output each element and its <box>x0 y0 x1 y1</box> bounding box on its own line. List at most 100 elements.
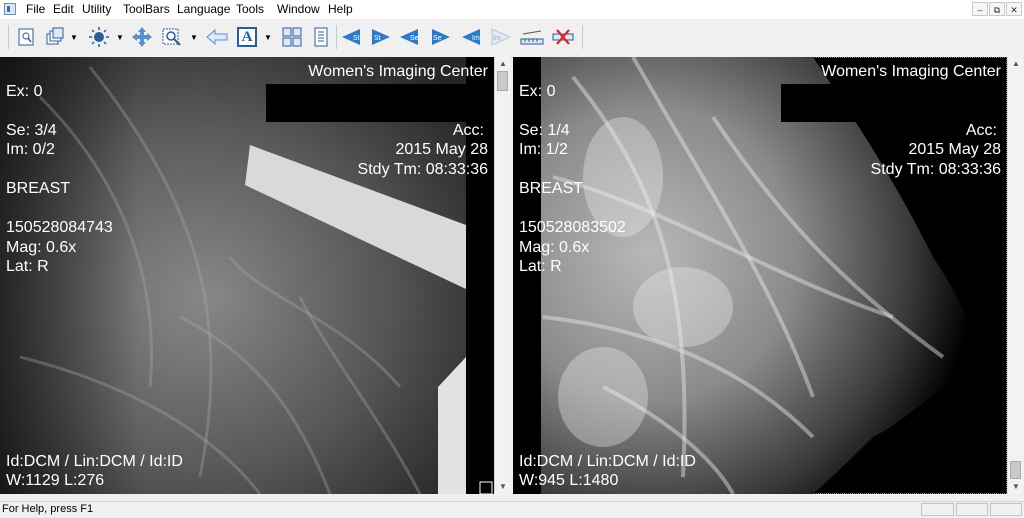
pan-button[interactable] <box>130 24 154 50</box>
lut-label: Id:DCM / Lin:DCM / Id:ID <box>519 453 696 470</box>
prev-study-icon: St <box>342 29 360 45</box>
next-image-button: Im <box>488 24 512 50</box>
prev-series-button[interactable]: Se <box>398 24 422 50</box>
status-message: For Help, press F1 <box>2 503 94 515</box>
menu-file[interactable]: File <box>26 2 45 16</box>
close-window-button[interactable]: ✕ <box>1006 2 1022 16</box>
next-image-label: Im <box>493 35 501 42</box>
zoom-button[interactable] <box>160 24 184 50</box>
minimize-button[interactable]: – <box>972 2 988 16</box>
viewport-right[interactable]: Women's Imaging Center Ex: 0 Se: 1/4 Im:… <box>513 57 1007 494</box>
menu-language[interactable]: Language <box>177 2 230 16</box>
menu-bar: File Edit Utility ToolBars Language Tool… <box>0 0 1024 19</box>
next-study-label: St <box>374 35 381 42</box>
toolbar: ▼ ▼ ▼ A ▼ St St Se Se Im Im <box>0 19 1024 58</box>
next-series-label: Se <box>433 35 442 42</box>
prev-series-label: Se <box>410 35 419 42</box>
page-view-button[interactable] <box>14 24 38 50</box>
prev-study-label: St <box>353 35 360 42</box>
institution-label: Women's Imaging Center <box>308 63 488 80</box>
scroll-down-icon[interactable]: ▼ <box>498 482 508 492</box>
list-icon <box>314 27 328 47</box>
stack-icon <box>46 27 64 45</box>
toolbar-divider <box>8 25 9 49</box>
scrollbar-right[interactable]: ▲ ▼ <box>1007 57 1023 494</box>
text-dropdown[interactable]: ▼ <box>262 24 274 50</box>
window-level-label: W:1129 L:276 <box>6 472 105 489</box>
status-pane <box>921 503 954 516</box>
prev-image-label: Im <box>472 35 480 42</box>
back-button[interactable] <box>204 24 230 50</box>
next-image-icon: Im <box>491 28 512 46</box>
redaction-box <box>781 84 993 122</box>
page-icon <box>18 28 34 46</box>
restore-button[interactable]: ⧉ <box>989 2 1005 16</box>
series-label: Se: 3/4 <box>6 122 57 139</box>
menu-edit[interactable]: Edit <box>53 2 74 16</box>
exam-label: Ex: 0 <box>6 83 43 100</box>
body-part-label: BREAST <box>6 180 71 197</box>
menu-tools[interactable]: Tools <box>236 2 264 16</box>
window-level-dropdown[interactable]: ▼ <box>114 24 126 50</box>
chevron-down-icon: ▼ <box>70 32 78 42</box>
image-label: Im: 0/2 <box>6 141 55 158</box>
zoom-icon <box>162 28 181 46</box>
status-pane <box>990 503 1022 516</box>
scroll-thumb-left[interactable] <box>497 71 508 91</box>
next-series-button[interactable]: Se <box>428 24 452 50</box>
series-label: Se: 1/4 <box>519 122 570 139</box>
lut-label: Id:DCM / Lin:DCM / Id:ID <box>6 453 183 470</box>
window-level-button[interactable] <box>86 24 112 50</box>
menu-window[interactable]: Window <box>277 2 320 16</box>
image-label: Im: 1/2 <box>519 141 568 158</box>
body-part-label: BREAST <box>519 180 584 197</box>
stack-dropdown[interactable]: ▼ <box>68 24 80 50</box>
scroll-up-icon[interactable]: ▲ <box>1011 59 1021 69</box>
menu-help[interactable]: Help <box>328 2 353 16</box>
delete-measure-button[interactable] <box>550 24 576 50</box>
institution-label: Women's Imaging Center <box>821 63 1001 80</box>
chevron-down-icon: ▼ <box>264 32 272 42</box>
layout-button[interactable] <box>280 24 304 50</box>
back-arrow-icon <box>206 28 228 46</box>
ruler-button[interactable] <box>518 24 546 50</box>
exam-label: Ex: 0 <box>519 83 556 100</box>
prev-study-button[interactable]: St <box>340 24 364 50</box>
menu-utility[interactable]: Utility <box>82 2 111 16</box>
magnification-label: Mag: 0.6x <box>6 239 77 256</box>
toolbar-divider <box>582 25 583 49</box>
study-time-label: Stdy Tm: 08:33:36 <box>357 161 488 178</box>
scroll-down-icon[interactable]: ▼ <box>1011 482 1021 492</box>
app-icon <box>4 3 16 15</box>
next-study-icon: St <box>372 29 390 45</box>
mammogram-image-right <box>513 57 977 494</box>
status-bar: For Help, press F1 <box>0 501 1024 518</box>
magnification-label: Mag: 0.6x <box>519 239 590 256</box>
study-time-label: Stdy Tm: 08:33:36 <box>870 161 1001 178</box>
brightness-icon <box>89 27 109 47</box>
list-button[interactable] <box>310 24 332 50</box>
scrollbar-left[interactable]: ▲ ▼ <box>494 57 510 494</box>
zoom-dropdown[interactable]: ▼ <box>188 24 200 50</box>
study-date-label: 2015 May 28 <box>395 141 488 158</box>
study-id-label: 150528084743 <box>6 219 113 236</box>
text-annotation-label: A <box>241 29 253 45</box>
study-date-label: 2015 May 28 <box>908 141 1001 158</box>
text-annotation-button[interactable]: A <box>234 24 260 50</box>
series-stack-button[interactable] <box>44 24 66 50</box>
laterality-label: Lat: R <box>6 258 49 275</box>
study-id-label: 150528083502 <box>519 219 626 236</box>
scroll-up-icon[interactable]: ▲ <box>498 59 508 69</box>
accession-label: Acc: <box>452 122 484 139</box>
prev-series-icon: Se <box>400 29 419 45</box>
scroll-thumb-right[interactable] <box>1010 461 1021 479</box>
prev-image-button[interactable]: Im <box>460 24 484 50</box>
redaction-box <box>266 84 466 122</box>
prev-image-icon: Im <box>462 29 480 45</box>
status-pane <box>956 503 988 516</box>
next-study-button[interactable]: St <box>368 24 392 50</box>
chevron-down-icon: ▼ <box>190 32 198 42</box>
viewport-left[interactable]: Women's Imaging Center Ex: 0 Se: 3/4 Im:… <box>0 57 494 494</box>
next-series-icon: Se <box>432 29 450 45</box>
menu-toolbars[interactable]: ToolBars <box>123 2 170 16</box>
